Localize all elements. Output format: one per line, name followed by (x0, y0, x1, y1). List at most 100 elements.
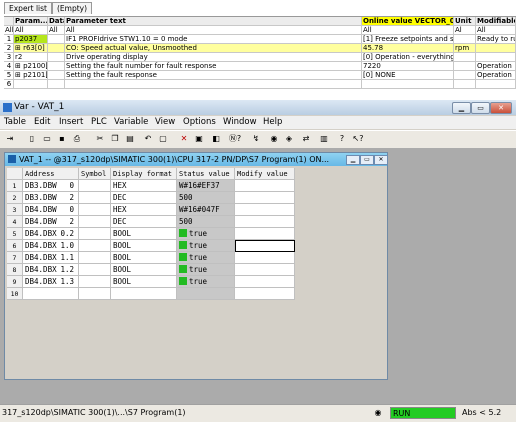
expert-cell-data[interactable] (48, 62, 65, 71)
vat-minimize-button[interactable]: ▁ (346, 155, 360, 165)
symbol-cell[interactable] (79, 240, 111, 252)
save-icon[interactable]: ▪ (56, 133, 68, 145)
expert-cell-mod[interactable]: Ready to run (476, 35, 516, 44)
display-format-cell[interactable]: BOOL (111, 240, 177, 252)
address-cell[interactable]: DB4.DBX 0.2 (23, 228, 79, 240)
modify-value-cell[interactable] (235, 276, 295, 288)
new-icon[interactable]: ▯ (26, 133, 38, 145)
symbol-cell[interactable] (79, 192, 111, 204)
symbol-cell[interactable] (79, 204, 111, 216)
filter-dropdown[interactable]: All (362, 26, 454, 35)
address-cell[interactable] (23, 288, 79, 300)
expert-cell-mod[interactable]: Operation (476, 62, 516, 71)
display-format-cell[interactable]: BOOL (111, 264, 177, 276)
minimize-button[interactable]: ▁ (452, 102, 471, 114)
expert-col-header[interactable]: Data (48, 17, 65, 26)
modify-icon[interactable]: ◈ (283, 133, 295, 145)
expert-col-header[interactable]: Param... (14, 17, 48, 26)
expert-cell-value[interactable]: 45.78 (362, 44, 454, 53)
expert-cell-param[interactable]: ⊞ p2101[0] (14, 71, 48, 80)
modify-value-cell[interactable] (235, 264, 295, 276)
open-icon[interactable]: ▭ (41, 133, 53, 145)
address-cell[interactable]: DB3.DBW 0 (23, 180, 79, 192)
maximize-button[interactable]: ▭ (471, 102, 490, 114)
expert-col-header[interactable]: Unit (454, 17, 476, 26)
address-cell[interactable]: DB4.DBX 1.1 (23, 252, 79, 264)
menu-options[interactable]: Options (183, 116, 216, 129)
symbol-cell[interactable] (79, 180, 111, 192)
configuration-icon[interactable]: ◧ (210, 133, 222, 145)
expert-cell-unit[interactable]: rpm (454, 44, 476, 53)
expert-cell-data[interactable] (48, 35, 65, 44)
modify-value-cell[interactable] (235, 216, 295, 228)
address-cell[interactable]: DB3.DBW 2 (23, 192, 79, 204)
expert-cell-text[interactable]: IF1 PROFIdrive STW1.10 = 0 mode (65, 35, 362, 44)
modify-value-cell[interactable] (235, 240, 295, 252)
filter-dropdown[interactable]: All (4, 26, 14, 35)
pin-icon[interactable]: ⇥ (4, 133, 16, 145)
help-icon[interactable]: ? (336, 133, 348, 145)
online-icon[interactable]: Ⓝ? (225, 133, 245, 145)
expert-cell-text[interactable] (65, 80, 362, 89)
display-format-cell[interactable] (111, 288, 177, 300)
vat-titlebar[interactable]: VAT_1 -- @317_s120dp\SIMATIC 300(1)\CPU … (5, 153, 388, 166)
expert-cell-mod[interactable] (476, 80, 516, 89)
print-icon[interactable]: ⎙ (71, 133, 83, 145)
expert-cell-param[interactable]: r2 (14, 53, 48, 62)
activate-modify-icon[interactable]: ⇄ (300, 133, 312, 145)
filter-dropdown[interactable]: Al (454, 26, 476, 35)
filter-dropdown[interactable]: All (476, 26, 516, 35)
context-help-icon[interactable]: ↖? (352, 133, 364, 145)
expert-cell-unit[interactable] (454, 71, 476, 80)
expert-cell-value[interactable]: 7220 (362, 62, 454, 71)
undo-icon[interactable]: ↶ (142, 133, 154, 145)
display-format-cell[interactable]: BOOL (111, 252, 177, 264)
symbol-cell[interactable] (79, 288, 111, 300)
expert-cell-mod[interactable]: Operation (476, 71, 516, 80)
menu-window[interactable]: Window (223, 116, 257, 129)
vat-col-header[interactable]: Address (23, 168, 79, 180)
menu-help[interactable]: Help (263, 116, 282, 129)
modify-value-cell[interactable] (235, 252, 295, 264)
expert-cell-value[interactable] (362, 80, 454, 89)
menu-insert[interactable]: Insert (59, 116, 83, 129)
expert-col-header[interactable]: Parameter text (65, 17, 362, 26)
modify-value-cell[interactable] (235, 288, 295, 300)
expert-cell-text[interactable]: Setting the fault number for fault respo… (65, 62, 362, 71)
monitor-icon[interactable]: ◉ (268, 133, 280, 145)
expert-col-header[interactable] (4, 17, 14, 26)
expert-cell-data[interactable] (48, 44, 65, 53)
cut-icon[interactable]: ✂ (94, 133, 106, 145)
address-cell[interactable]: DB4.DBX 1.3 (23, 276, 79, 288)
expert-cell-data[interactable] (48, 53, 65, 62)
expert-col-header[interactable]: Modifiable t (476, 17, 516, 26)
expert-cell-unit[interactable] (454, 53, 476, 62)
expert-cell-param[interactable] (14, 80, 48, 89)
expert-cell-value[interactable]: [1] Freeze setpoints and si... (362, 35, 454, 44)
expert-cell-data[interactable] (48, 71, 65, 80)
expert-cell-mod[interactable] (476, 53, 516, 62)
vat-col-header[interactable]: Modify value (235, 168, 295, 180)
modify-value-cell[interactable] (235, 228, 295, 240)
vat-col-header[interactable]: Symbol (79, 168, 111, 180)
expert-cell-unit[interactable] (454, 62, 476, 71)
window-titlebar[interactable]: Var - VAT_1 ▁ ▭ ✕ (0, 100, 516, 115)
expert-cell-param[interactable]: ⊞ p2100[0] (14, 62, 48, 71)
address-cell[interactable]: DB4.DBW 0 (23, 204, 79, 216)
vat-col-header[interactable]: Status value (177, 168, 235, 180)
display-format-cell[interactable]: BOOL (111, 276, 177, 288)
expert-cell-text[interactable]: Setting the fault response (65, 71, 362, 80)
symbol-cell[interactable] (79, 276, 111, 288)
modify-value-cell[interactable] (235, 204, 295, 216)
modify-value-cell[interactable] (235, 192, 295, 204)
expert-cell-unit[interactable] (454, 35, 476, 44)
menu-table[interactable]: Table (4, 116, 26, 129)
tab-empty[interactable]: (Empty) (51, 2, 93, 14)
vat-col-header[interactable]: Display format (111, 168, 177, 180)
expert-cell-param[interactable]: p2037 (14, 35, 48, 44)
force-icon[interactable]: ▥ (318, 133, 330, 145)
vat-close-button[interactable]: ✕ (374, 155, 388, 165)
expert-cell-mod[interactable] (476, 44, 516, 53)
expert-cell-value[interactable]: [0] NONE (362, 71, 454, 80)
menu-plc[interactable]: PLC (91, 116, 107, 129)
